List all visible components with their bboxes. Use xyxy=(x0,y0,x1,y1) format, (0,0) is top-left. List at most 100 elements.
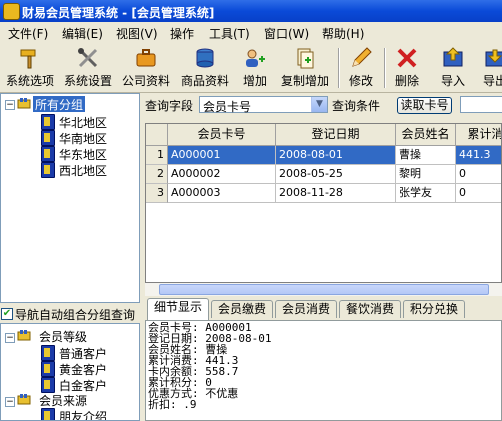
column-header-register-date[interactable]: 登记日期 xyxy=(276,124,396,146)
tab-member-payment[interactable]: 会员缴费 xyxy=(211,300,273,318)
toolbar-separator xyxy=(384,48,386,88)
tree-item-member-source[interactable]: 会员来源 xyxy=(39,392,87,408)
tree-item-friend-referral[interactable]: 朋友介绍 xyxy=(59,408,107,420)
copy-add-button[interactable]: 复制增加 xyxy=(278,46,332,90)
column-header-total-spent[interactable]: 累计消 xyxy=(456,124,501,146)
checkbox-label: 导航自动组合分组查询 xyxy=(15,308,136,322)
tools-icon xyxy=(78,48,98,68)
auto-group-query-checkbox[interactable]: ✔ 导航自动组合分组查询 xyxy=(0,305,140,322)
tree-item-platinum-customer[interactable]: 白金客户 xyxy=(59,377,107,393)
cell-register-date[interactable]: 2008-05-25 xyxy=(276,165,396,184)
cell-card-no[interactable]: A000002 xyxy=(168,165,276,184)
import-button[interactable]: 导入 xyxy=(436,46,470,90)
menu-bar: 文件(F) 编辑(E) 视图(V) 操作 工具(T) 窗口(W) 帮助(H) xyxy=(0,22,502,42)
cell-total-spent[interactable]: 0 xyxy=(456,165,501,184)
book-icon xyxy=(41,114,55,130)
group-tree[interactable]: − 所有分组 华北地区 华南地区 华东地区 西北地区 xyxy=(0,93,140,303)
tab-dining-consumption[interactable]: 餐饮消费 xyxy=(339,300,401,318)
row-number: 1 xyxy=(146,146,168,165)
query-field-value: 会员卡号 xyxy=(203,100,252,114)
toolbar-label: 删除 xyxy=(394,74,419,88)
menu-tools[interactable]: 工具(T) xyxy=(209,25,250,42)
pencil-icon xyxy=(352,47,372,67)
title-bar[interactable]: 财易会员管理系统 - [会员管理系统] xyxy=(0,0,502,22)
add-button[interactable]: 增加 xyxy=(238,46,272,90)
toolbar-label: 导出 xyxy=(482,74,502,88)
toolbar-label: 增加 xyxy=(242,74,267,88)
delete-button[interactable]: 删除 xyxy=(390,46,424,90)
book-icon xyxy=(41,146,55,162)
book-icon xyxy=(41,408,55,420)
query-field-select[interactable]: 会员卡号 ▼ xyxy=(199,96,328,114)
product-info-button[interactable]: 商品资料 xyxy=(178,46,232,90)
cell-card-no[interactable]: A000003 xyxy=(168,184,276,203)
toolbar-label: 系统设置 xyxy=(63,74,112,88)
cell-register-date[interactable]: 2008-08-01 xyxy=(276,146,396,165)
edit-button[interactable]: 修改 xyxy=(344,46,378,90)
company-info-button[interactable]: 公司资料 xyxy=(120,46,172,90)
menu-file[interactable]: 文件(F) xyxy=(8,25,48,42)
category-tree[interactable]: − 会员等级 普通客户 黄金客户 白金客户 − 会员来源 朋友介绍 xyxy=(0,323,140,421)
system-options-button[interactable]: 系统选项 xyxy=(4,46,56,90)
query-condition-input[interactable] xyxy=(460,96,502,113)
menu-view[interactable]: 视图(V) xyxy=(116,25,158,42)
book-icon xyxy=(41,130,55,146)
book-icon xyxy=(41,377,55,393)
toolbar-label: 修改 xyxy=(348,74,373,88)
export-icon xyxy=(485,49,502,67)
row-number: 3 xyxy=(146,184,168,203)
add-user-icon xyxy=(246,49,265,67)
cell-member-name[interactable]: 张学友 xyxy=(396,184,456,203)
menu-window[interactable]: 窗口(W) xyxy=(264,25,309,42)
toolbar: 系统选项 系统设置 公司资料 商品资料 增加 复制增加 修改 删除 导入 导出 xyxy=(0,42,502,93)
cell-total-spent[interactable]: 0 xyxy=(456,184,501,203)
tree-item-northwest[interactable]: 西北地区 xyxy=(59,162,107,178)
tree-root-all-groups[interactable]: 所有分组 xyxy=(33,96,86,112)
tab-member-consumption[interactable]: 会员消费 xyxy=(275,300,337,318)
cell-card-no[interactable]: A000001 xyxy=(168,146,276,165)
horizontal-scrollbar[interactable] xyxy=(145,283,502,296)
row-number: 2 xyxy=(146,165,168,184)
collapse-toggle[interactable]: − xyxy=(5,333,15,343)
import-icon xyxy=(443,47,463,67)
query-field-label: 查询字段 xyxy=(145,99,194,113)
toolbar-label: 复制增加 xyxy=(280,74,329,88)
tab-detail-display[interactable]: 细节显示 xyxy=(147,298,209,320)
menu-edit[interactable]: 编辑(E) xyxy=(62,25,103,42)
member-grid[interactable]: 会员卡号 登记日期 会员姓名 累计消 1 A000001 2008-08-01 … xyxy=(145,123,502,283)
database-icon xyxy=(196,48,214,68)
tree-item-member-level[interactable]: 会员等级 xyxy=(39,328,87,344)
menu-help[interactable]: 帮助(H) xyxy=(322,25,364,42)
cell-total-spent[interactable]: 441.3 xyxy=(456,146,501,165)
delete-x-icon xyxy=(397,48,417,68)
chevron-down-icon[interactable]: ▼ xyxy=(311,97,327,112)
tree-item-north-china[interactable]: 华北地区 xyxy=(59,114,107,130)
toolbar-label: 商品资料 xyxy=(180,74,229,88)
briefcase-icon xyxy=(136,49,156,67)
checkbox-check-icon[interactable]: ✔ xyxy=(1,308,13,320)
copy-add-icon xyxy=(297,48,314,69)
cell-member-name[interactable]: 黎明 xyxy=(396,165,456,184)
export-button[interactable]: 导出 xyxy=(478,46,502,90)
read-card-button[interactable]: 读取卡号 xyxy=(397,97,452,114)
tree-item-east-china[interactable]: 华东地区 xyxy=(59,146,107,162)
grid-corner xyxy=(146,124,168,146)
column-header-member-name[interactable]: 会员姓名 xyxy=(396,124,456,146)
tree-item-gold-customer[interactable]: 黄金客户 xyxy=(59,361,107,377)
search-bar: 查询字段 会员卡号 ▼ 查询条件 读取卡号 xyxy=(142,93,502,117)
tree-item-regular-customer[interactable]: 普通客户 xyxy=(59,345,107,361)
toolbar-label: 公司资料 xyxy=(121,74,170,88)
menu-operate[interactable]: 操作 xyxy=(170,25,194,42)
column-header-card-no[interactable]: 会员卡号 xyxy=(168,124,276,146)
cell-register-date[interactable]: 2008-11-28 xyxy=(276,184,396,203)
group-icon xyxy=(17,98,31,109)
system-settings-button[interactable]: 系统设置 xyxy=(62,46,114,90)
collapse-toggle[interactable]: − xyxy=(5,100,15,110)
scrollbar-thumb[interactable] xyxy=(159,284,489,295)
cell-member-name[interactable]: 曹操 xyxy=(396,146,456,165)
tab-points-redemption[interactable]: 积分兑换 xyxy=(403,300,465,318)
detail-line-discount: 折扣: .9 xyxy=(148,398,197,411)
collapse-toggle[interactable]: − xyxy=(5,397,15,407)
tree-item-south-china[interactable]: 华南地区 xyxy=(59,130,107,146)
book-icon xyxy=(41,162,55,178)
